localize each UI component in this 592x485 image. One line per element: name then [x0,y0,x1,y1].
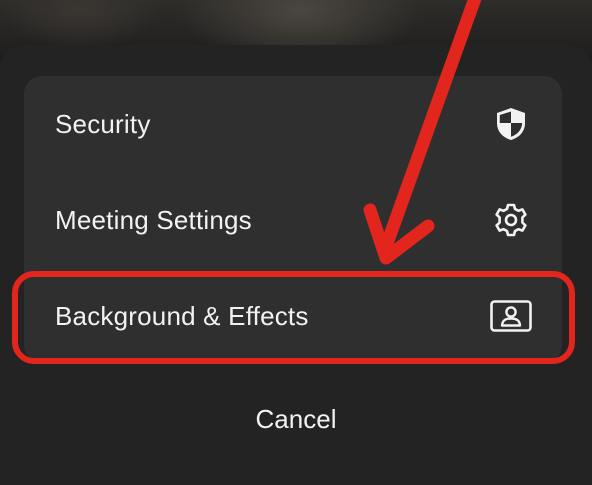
menu-item-meeting-settings[interactable]: Meeting Settings [24,172,562,268]
menu-item-label: Security [55,108,151,139]
gear-icon [490,199,532,241]
person-portrait-icon [490,295,532,337]
shield-icon [490,103,532,145]
cancel-button[interactable]: Cancel [0,390,592,448]
menu-item-label: Background & Effects [55,300,309,331]
menu-item-security[interactable]: Security [24,76,562,172]
menu-item-label: Meeting Settings [55,204,252,235]
menu-item-background-effects[interactable]: Background & Effects [24,268,562,364]
